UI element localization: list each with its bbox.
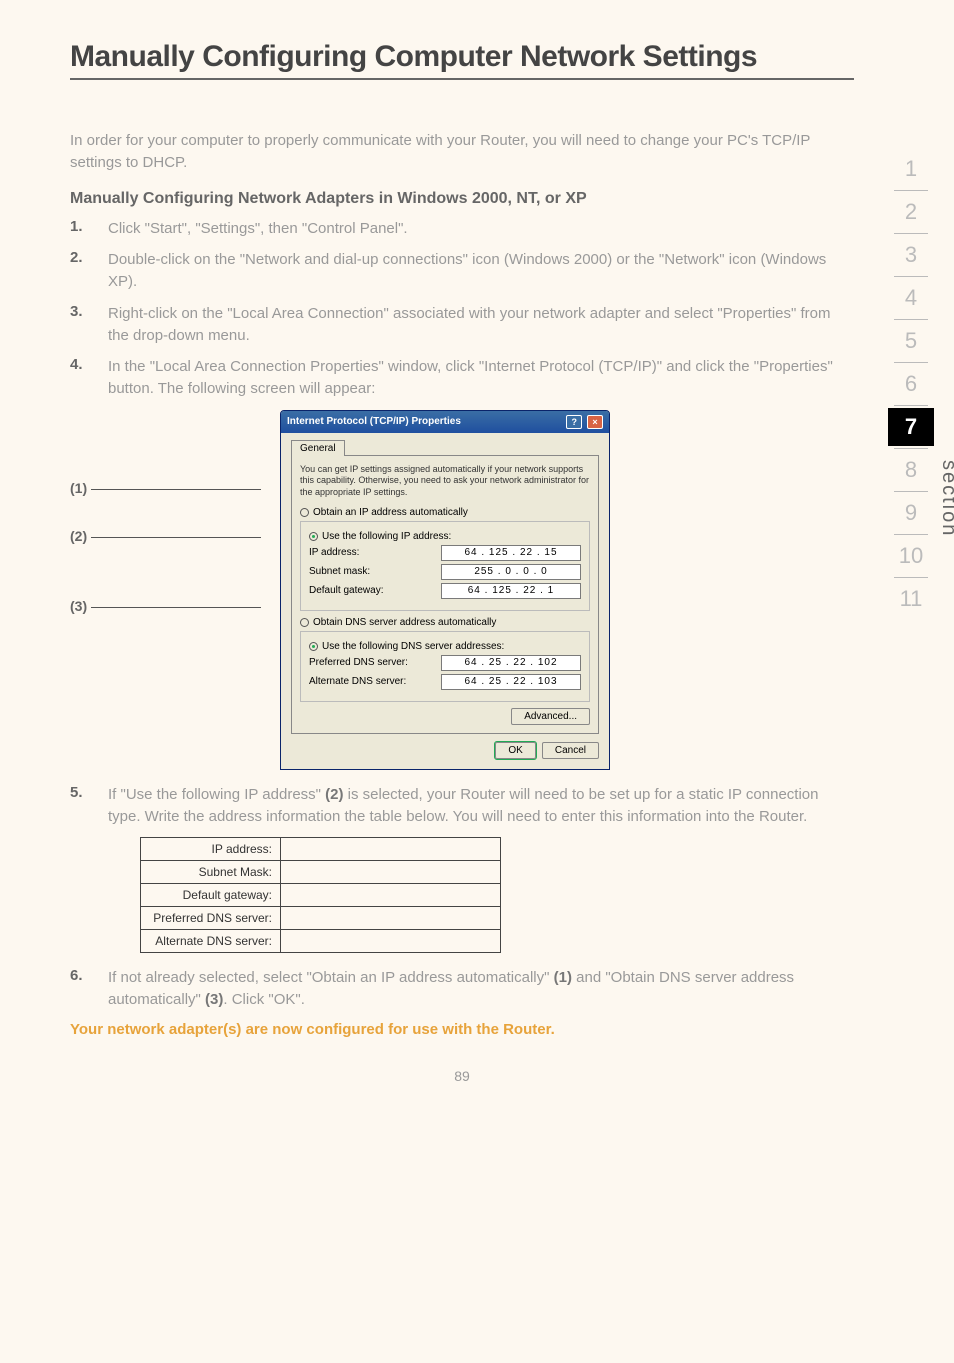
alternate-dns-label: Alternate DNS server:	[309, 676, 406, 687]
radio-icon	[309, 532, 318, 541]
tcpip-properties-dialog: Internet Protocol (TCP/IP) Properties ? …	[280, 410, 610, 770]
sidenav-item-7[interactable]: 7	[888, 408, 934, 446]
ip-address-field[interactable]: 64 . 125 . 22 . 15	[441, 545, 581, 561]
help-icon[interactable]: ?	[566, 415, 582, 429]
table-label: Default gateway:	[141, 884, 281, 907]
advanced-button[interactable]: Advanced...	[511, 708, 590, 725]
table-cell	[281, 884, 501, 907]
sidenav-item-1[interactable]: 1	[888, 150, 934, 188]
radio-label: Obtain an IP address automatically	[313, 507, 468, 518]
cancel-button[interactable]: Cancel	[542, 742, 599, 759]
table-label: IP address:	[141, 838, 281, 861]
sidenav-item-4[interactable]: 4	[888, 279, 934, 317]
sidenav-item-11[interactable]: 11	[888, 580, 934, 618]
dialog-title: Internet Protocol (TCP/IP) Properties	[287, 416, 461, 427]
sidenav-item-9[interactable]: 9	[888, 494, 934, 532]
table-cell	[281, 930, 501, 953]
subnet-mask-field[interactable]: 255 . 0 . 0 . 0	[441, 564, 581, 580]
step-text: In the "Local Area Connection Properties…	[108, 356, 854, 400]
closing-note: Your network adapter(s) are now configur…	[70, 1021, 854, 1038]
close-icon[interactable]: ×	[587, 415, 603, 429]
step-5: 5. If "Use the following IP address" (2)…	[70, 784, 854, 828]
step-text: Double-click on the "Network and dial-up…	[108, 249, 854, 293]
dialog-figure: (1) (2) (3) Internet Protocol (TCP/IP) P…	[70, 410, 854, 770]
step-3: 3. Right-click on the "Local Area Connec…	[70, 303, 854, 347]
page-number: 89	[70, 1068, 854, 1084]
step-text: Right-click on the "Local Area Connectio…	[108, 303, 854, 347]
step-number: 2.	[70, 249, 90, 293]
dialog-description: You can get IP settings assigned automat…	[300, 464, 590, 499]
title-rule	[70, 78, 854, 80]
sidenav-item-6[interactable]: 6	[888, 365, 934, 403]
step-number: 5.	[70, 784, 90, 828]
radio-label: Use the following DNS server addresses:	[322, 641, 504, 652]
sidenav-item-10[interactable]: 10	[888, 537, 934, 575]
section-sidenav: 1 2 3 4 5 6 7 8 9 10 11	[888, 150, 934, 618]
step-number: 4.	[70, 356, 90, 400]
step-number: 3.	[70, 303, 90, 347]
radio-label: Use the following IP address:	[322, 531, 451, 542]
use-following-dns-radio[interactable]: Use the following DNS server addresses:	[309, 641, 581, 652]
table-label: Subnet Mask:	[141, 861, 281, 884]
general-tab[interactable]: General	[291, 440, 345, 456]
step-1: 1. Click "Start", "Settings", then "Cont…	[70, 218, 854, 240]
step-text: Click "Start", "Settings", then "Control…	[108, 218, 854, 240]
blank-ip-table: IP address: Subnet Mask: Default gateway…	[140, 837, 501, 953]
intro-paragraph: In order for your computer to properly c…	[70, 130, 854, 174]
radio-icon	[300, 618, 309, 627]
section-vertical-label: section	[937, 460, 954, 537]
obtain-ip-auto-radio[interactable]: Obtain an IP address automatically	[300, 507, 590, 518]
default-gateway-field[interactable]: 64 . 125 . 22 . 1	[441, 583, 581, 599]
step-6: 6. If not already selected, select "Obta…	[70, 967, 854, 1011]
table-cell	[281, 838, 501, 861]
step-4: 4. In the "Local Area Connection Propert…	[70, 356, 854, 400]
preferred-dns-field[interactable]: 64 . 25 . 22 . 102	[441, 655, 581, 671]
callout-1: (1)	[70, 480, 87, 496]
callout-2: (2)	[70, 528, 87, 544]
step-text: If not already selected, select "Obtain …	[108, 967, 854, 1011]
section-subheading: Manually Configuring Network Adapters in…	[70, 190, 854, 208]
ok-button[interactable]: OK	[495, 742, 535, 759]
table-label: Alternate DNS server:	[141, 930, 281, 953]
sidenav-item-3[interactable]: 3	[888, 236, 934, 274]
table-cell	[281, 861, 501, 884]
ip-address-label: IP address:	[309, 547, 359, 558]
subnet-mask-label: Subnet mask:	[309, 566, 370, 577]
dialog-titlebar: Internet Protocol (TCP/IP) Properties ? …	[281, 411, 609, 433]
step-number: 6.	[70, 967, 90, 1011]
default-gateway-label: Default gateway:	[309, 585, 384, 596]
callout-3: (3)	[70, 598, 87, 614]
preferred-dns-label: Preferred DNS server:	[309, 657, 408, 668]
step-text: If "Use the following IP address" (2) is…	[108, 784, 854, 828]
step-number: 1.	[70, 218, 90, 240]
page-title: Manually Configuring Computer Network Se…	[70, 40, 854, 74]
radio-label: Obtain DNS server address automatically	[313, 617, 496, 628]
step-2: 2. Double-click on the "Network and dial…	[70, 249, 854, 293]
callout-column: (1) (2) (3)	[70, 410, 270, 770]
table-cell	[281, 907, 501, 930]
sidenav-item-8[interactable]: 8	[888, 451, 934, 489]
radio-icon	[300, 508, 309, 517]
use-following-ip-radio[interactable]: Use the following IP address:	[309, 531, 581, 542]
sidenav-item-5[interactable]: 5	[888, 322, 934, 360]
sidenav-item-2[interactable]: 2	[888, 193, 934, 231]
alternate-dns-field[interactable]: 64 . 25 . 22 . 103	[441, 674, 581, 690]
table-label: Preferred DNS server:	[141, 907, 281, 930]
obtain-dns-auto-radio[interactable]: Obtain DNS server address automatically	[300, 617, 590, 628]
radio-icon	[309, 642, 318, 651]
